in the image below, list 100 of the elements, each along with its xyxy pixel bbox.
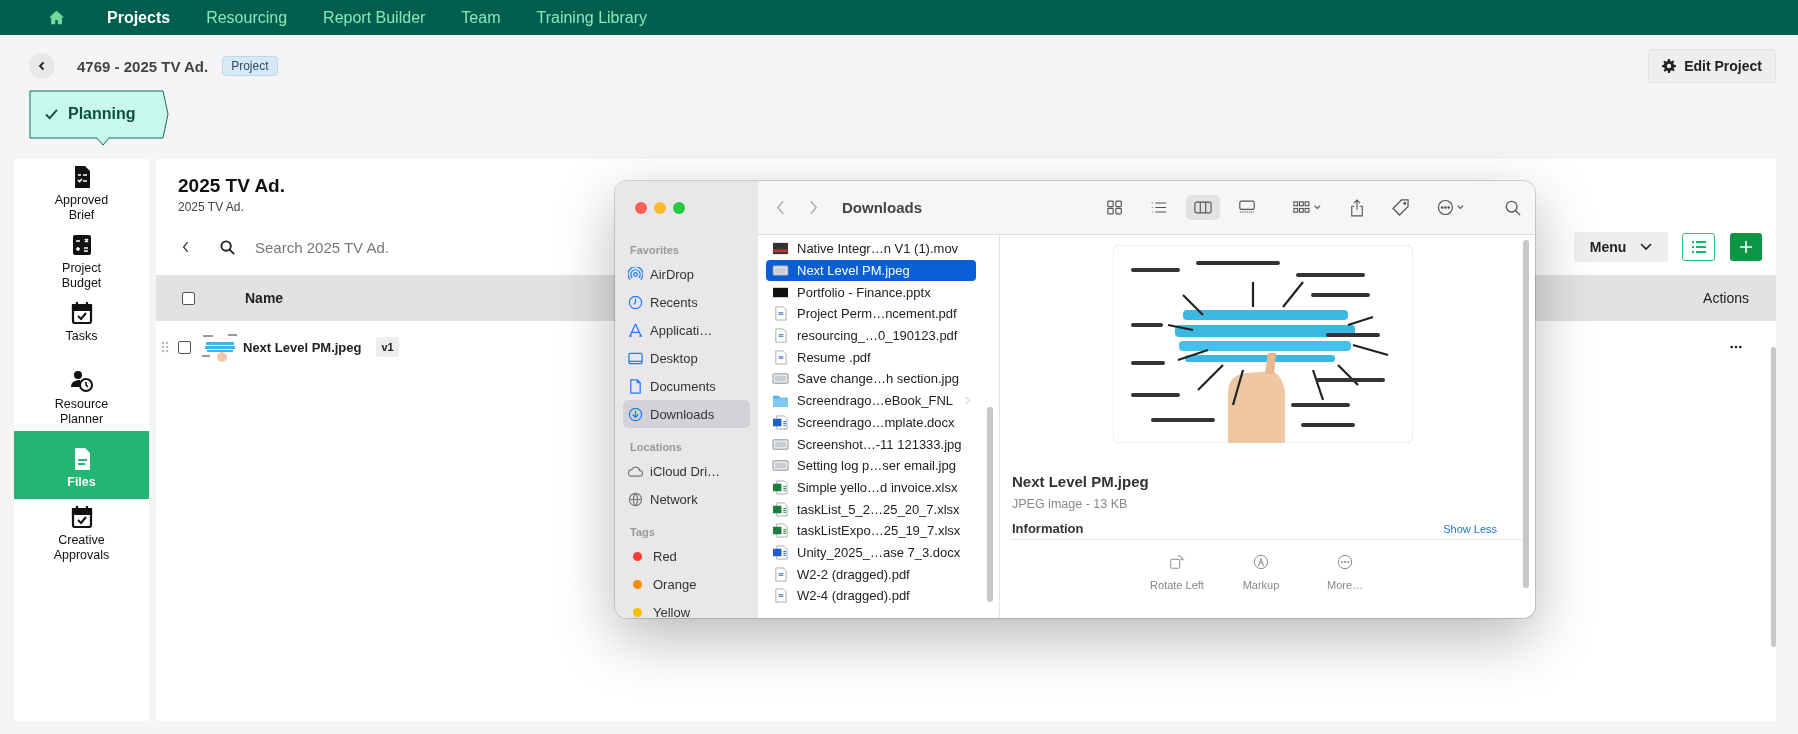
finder-sidebar-item[interactable]: iCloud Dri… [623,457,750,485]
preview-action-button[interactable]: Rotate Left [1147,554,1207,591]
more-icon[interactable] [1730,345,1742,349]
select-all-checkbox[interactable] [182,291,195,305]
scrollbar[interactable] [987,407,993,602]
file-row[interactable]: resourcing_…0_190123.pdf [766,324,976,347]
finder-sidebar-item[interactable]: Yellow [623,598,750,618]
clock-icon [628,294,643,310]
column-header: Name [245,290,284,306]
file-row[interactable]: taskList_5_2…25_20_7.xlsx [766,498,976,520]
back-button[interactable] [29,53,55,79]
finder-sidebar-item[interactable]: AirDrop [623,260,750,288]
file-row[interactable]: Next Level PM.jpeg [766,259,976,282]
list-icon [1691,241,1706,253]
project-tag: Project [222,56,278,76]
menu-button[interactable]: Menu [1574,232,1668,262]
finder-sidebar-item[interactable]: Applicati… [623,316,750,344]
finder-sidebar-item[interactable]: Documents [623,372,750,400]
file-name[interactable]: Next Level PM.jpeg [243,339,362,355]
word-file-icon [772,544,789,560]
word-file-icon [772,414,789,430]
file-row[interactable]: W2-4 (dragged).pdf [766,585,976,607]
files-subtitle: 2025 TV Ad. [178,200,244,214]
row-checkbox[interactable] [178,340,191,354]
finder-sidebar-item[interactable]: Desktop [623,344,750,372]
files-title: 2025 TV Ad. [178,175,285,197]
file-row[interactable]: Native Integr…n V1 (1).mov [766,238,976,260]
window-title: Downloads [842,199,922,216]
check-icon [45,108,58,120]
scrollbar[interactable] [1523,240,1529,588]
file-row[interactable]: W2-2 (dragged).pdf [766,563,976,585]
pdf-file-icon [772,566,789,582]
search-icon[interactable] [1505,199,1521,216]
column-header: Actions [1703,290,1749,306]
apps-icon [628,322,643,338]
desktop-icon [628,350,643,366]
finder-sidebar-item[interactable]: Downloads [623,400,750,428]
preview-action-button[interactable]: Markup [1231,554,1291,591]
nav-link[interactable]: Resourcing [206,8,288,27]
finder-sidebar-item[interactable]: Network [623,485,750,513]
show-less-link[interactable]: Show Less [1443,522,1497,535]
sidebar-item[interactable]: Tasks [14,295,149,363]
file-info: JPEG image - 13 KB [1012,497,1129,511]
preview-action-button[interactable]: More… [1315,554,1375,591]
search-field[interactable]: Search 2025 TV Ad. [253,237,557,257]
column-view-icon [1194,200,1212,215]
file-row[interactable]: Unity_2025_…ase 7_3.docx [766,541,976,564]
share-icon[interactable] [1350,198,1364,217]
calendar-check-icon [69,301,94,325]
back-icon[interactable] [182,241,190,253]
file-row[interactable]: Setting log p…ser email.jpg [766,454,976,477]
gallery-view-icon [1238,200,1256,215]
image-file-icon [772,263,789,279]
nav-link[interactable]: Team [461,8,501,27]
file-row[interactable]: Resume .pdf [766,346,976,369]
close-button[interactable] [635,202,647,214]
stage-chevron[interactable]: Planning [29,90,169,146]
file-row[interactable]: Save change…h section.jpg [766,368,976,390]
finder-sidebar-item[interactable]: Red [623,542,750,570]
gear-icon [1662,59,1677,73]
file-row[interactable]: Simple yello…d invoice.xlsx [766,476,976,499]
video-file-icon [772,241,789,257]
more-icon[interactable] [1437,199,1465,216]
scrollbar[interactable] [1771,347,1776,647]
tag-icon[interactable] [1392,199,1409,216]
sidebar-item[interactable]: Resource Planner [14,363,149,431]
globe-icon [628,491,643,507]
chevron-right-icon [965,396,970,406]
file-row[interactable]: taskListExpo…25_19_7.xlsx [766,519,976,542]
search-icon[interactable] [220,239,235,255]
caret-icon [1640,243,1653,251]
chevron-left-icon [37,61,47,71]
home-icon[interactable] [48,10,65,25]
calendar-check-icon [69,505,94,529]
finder-sidebar-item[interactable]: Recents [623,288,750,316]
nav-link[interactable]: Projects [107,8,171,27]
file-row[interactable]: Portfolio - Finance.pptx [766,281,976,304]
file-row[interactable]: Screenshot…-11 121333.jpg [766,433,976,455]
spreadsheet-file-icon [772,501,789,517]
person-clock-icon [69,369,94,393]
pdf-file-icon [772,588,789,604]
grid-view-icon [1106,200,1124,215]
finder-sidebar-item[interactable]: Orange [623,570,750,598]
folder-icon [772,393,789,409]
drag-handle-icon[interactable] [161,341,169,353]
group-icon[interactable] [1292,200,1322,215]
file-row[interactable]: Project Perm…ncement.pdf [766,303,976,325]
list-view-button[interactable] [1682,233,1715,261]
edit-project-button[interactable]: Edit Project [1648,49,1776,83]
sidebar-item[interactable]: Project Budget [14,227,149,295]
nav-link[interactable]: Report Builder [323,8,426,27]
file-row[interactable]: Screendrago…mplate.docx [766,411,976,434]
document-icon [628,378,643,394]
sidebar-heading: Favorites [629,243,680,258]
add-button[interactable] [1730,233,1762,261]
sidebar-item[interactable]: Approved Brief [14,159,149,227]
file-row[interactable]: Screendrago…eBook_FNL [766,389,976,412]
sidebar-item[interactable]: Creative Approvals [14,499,149,567]
view-mode-button[interactable] [1186,195,1220,220]
nav-link[interactable]: Training Library [536,8,648,27]
